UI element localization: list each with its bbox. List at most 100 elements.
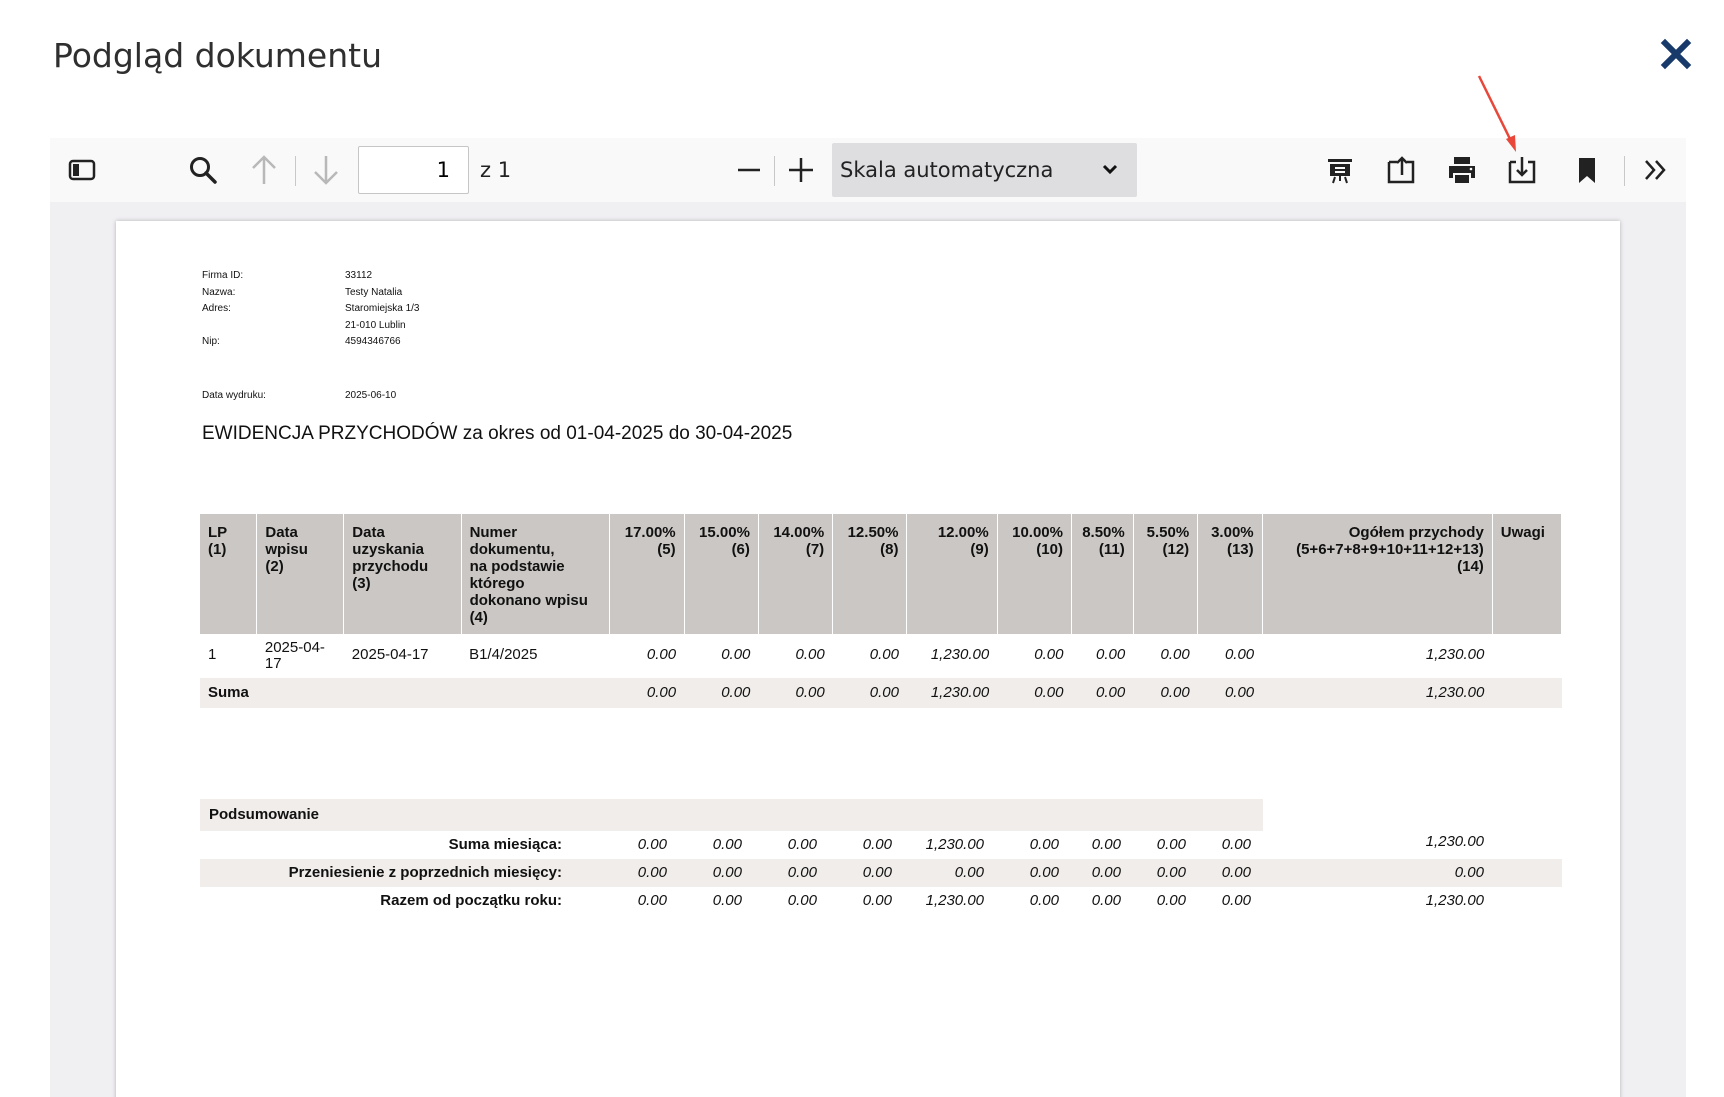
sidebar-toggle-icon bbox=[68, 159, 96, 181]
sum-empty-cell bbox=[1492, 678, 1562, 708]
download-button[interactable] bbox=[1503, 150, 1541, 190]
summary-value: 0.00 bbox=[1029, 892, 1059, 909]
table-cell: 2025-04-17 bbox=[264, 639, 325, 672]
next-page-button[interactable] bbox=[308, 150, 344, 190]
summary-row: Suma miesiąca: 0.00 0.00 0.00 0.00 1,230.00 0.… bbox=[200, 831, 1562, 859]
info-label: Nazwa: bbox=[202, 286, 236, 298]
page-count-label: z 1 bbox=[480, 158, 512, 182]
column-header: LP (1) bbox=[200, 514, 258, 634]
sum-value: 0.00 bbox=[1197, 678, 1263, 708]
sum-empty-cell bbox=[461, 678, 610, 708]
zoom-in-button[interactable] bbox=[782, 150, 820, 190]
toolbar-separator bbox=[774, 156, 775, 186]
download-icon bbox=[1508, 157, 1536, 184]
summary-total: 0.00 bbox=[1454, 864, 1484, 881]
table-header-row: LP (1) Data wpisu (2) Data uzyskania przychodu(… bbox=[200, 514, 1563, 634]
summary-value: 0.00 bbox=[637, 864, 667, 881]
table-cell: 0.00 bbox=[869, 646, 899, 663]
column-header: 15.00% (6) bbox=[684, 514, 759, 634]
summary-value: 0.00 bbox=[1091, 864, 1121, 881]
print-button[interactable] bbox=[1443, 150, 1481, 190]
document-page: Firma ID: 33112 Nazwa: Testy Natalia Adres: S… bbox=[116, 221, 1620, 1097]
summary-value: 0.00 bbox=[1091, 892, 1121, 909]
page-number-input[interactable]: 1 bbox=[358, 146, 469, 194]
table-cell: 1,230.00 bbox=[930, 646, 990, 663]
sum-value: 0.00 bbox=[832, 678, 907, 708]
scale-select-value: Skala automatyczna bbox=[840, 158, 1054, 182]
info-value: 33112 bbox=[345, 270, 373, 281]
open-file-button[interactable] bbox=[1382, 150, 1420, 190]
search-button[interactable] bbox=[184, 150, 222, 190]
summary-value: 0.00 bbox=[1221, 864, 1251, 881]
report-title: EWIDENCJA PRZYCHODÓW za okres od 01-04-2… bbox=[202, 423, 793, 444]
table-cell: B1/4/2025 bbox=[469, 646, 538, 663]
table-cell bbox=[1492, 634, 1561, 678]
summary-value: 1,230.00 bbox=[925, 836, 984, 853]
pdf-viewer: 1 z 1 Skala automatyczna Firma ID: 33112… bbox=[50, 138, 1686, 1097]
table-cell: 0.00 bbox=[1096, 646, 1126, 663]
summary-value: 0.00 bbox=[787, 892, 817, 909]
summary-value: 0.00 bbox=[862, 836, 892, 853]
double-chevron-right-icon bbox=[1645, 160, 1666, 180]
sum-label: Suma bbox=[200, 678, 257, 708]
summary-value: 0.00 bbox=[787, 864, 817, 881]
table-cell: 2025-04-17 bbox=[351, 646, 429, 663]
table-row: 1 2025-04- 17 2025-04-17 B1/4/2025 0.00 0.00 0.… bbox=[200, 634, 1562, 678]
table-cell: 0.00 bbox=[1224, 646, 1255, 663]
previous-page-button[interactable] bbox=[246, 150, 282, 190]
summary-value: 0.00 bbox=[712, 836, 742, 853]
summary-header: Podsumowanie bbox=[200, 799, 1263, 831]
info-value: 21-010 Lublin bbox=[345, 319, 406, 331]
toolbar-separator bbox=[295, 156, 296, 186]
sum-row: Suma 0.00 0.00 0.00 0.00 1,230.00 0.00 0.00 0.00… bbox=[200, 678, 1562, 708]
summary-label: Suma miesiąca: bbox=[448, 836, 562, 853]
presentation-mode-button[interactable] bbox=[1322, 150, 1358, 190]
summary-value: 0.00 bbox=[1221, 836, 1251, 853]
summary-value: 0.00 bbox=[712, 864, 742, 881]
search-icon bbox=[190, 157, 217, 184]
summary-total: 1,230.00 bbox=[1425, 833, 1484, 850]
summary-value: 0.00 bbox=[1156, 836, 1186, 853]
sum-value: 0.00 bbox=[1071, 678, 1134, 708]
sum-value: 0.00 bbox=[609, 678, 685, 708]
zoom-out-button[interactable] bbox=[730, 150, 768, 190]
column-header: 3.00% (13) bbox=[1197, 514, 1263, 634]
sum-value: 0.00 bbox=[997, 678, 1072, 708]
column-header: 17.00% (5) bbox=[609, 514, 685, 634]
presentation-icon bbox=[1328, 159, 1352, 184]
summary-row: Przeniesienie z poprzednich miesięcy: 0.0… bbox=[200, 859, 1562, 887]
summary-value: 0.00 bbox=[712, 892, 742, 909]
tools-menu-button[interactable] bbox=[1638, 150, 1674, 190]
table-cell: 1,230.00 bbox=[1425, 646, 1485, 663]
summary-value: 0.00 bbox=[862, 864, 892, 881]
summary-value: 0.00 bbox=[862, 892, 892, 909]
table-cell: 0.00 bbox=[721, 646, 751, 663]
close-button[interactable] bbox=[1658, 36, 1694, 72]
minus-icon bbox=[738, 168, 760, 172]
summary-label: Razem od początku roku: bbox=[380, 892, 562, 909]
summary-total: 1,230.00 bbox=[1425, 892, 1484, 909]
column-header: 12.00% (9) bbox=[906, 514, 998, 634]
summary-row: Razem od początku roku: 0.00 0.00 0.00 0.00 1… bbox=[200, 887, 1562, 915]
sidebar-toggle-button[interactable] bbox=[62, 150, 102, 190]
column-header: Data uzyskania przychodu (3) bbox=[343, 514, 462, 634]
pdf-toolbar: 1 z 1 Skala automatyczna bbox=[50, 138, 1686, 202]
dialog-title: Podgląd dokumentu bbox=[53, 36, 383, 75]
scale-select[interactable]: Skala automatyczna bbox=[832, 143, 1137, 197]
summary-value: 1,230.00 bbox=[925, 892, 984, 909]
info-label: Adres: bbox=[202, 303, 231, 314]
sum-empty-cell bbox=[256, 678, 344, 708]
summary-value: 0.00 bbox=[787, 836, 817, 853]
income-table: LP (1) Data wpisu (2) Data uzyskania przychodu(… bbox=[200, 514, 1563, 708]
column-header: 10.00% (10) bbox=[997, 514, 1072, 634]
print-icon bbox=[1449, 157, 1475, 183]
column-header: 14.00% (7) bbox=[758, 514, 834, 634]
bookmark-button[interactable] bbox=[1570, 150, 1604, 190]
summary-label: Przeniesienie z poprzednich miesięcy: bbox=[288, 864, 562, 881]
sum-value: 1,230.00 bbox=[906, 678, 998, 708]
summary-value: 0.00 bbox=[1156, 864, 1186, 881]
print-date-label: Data wydruku: bbox=[202, 390, 266, 401]
toolbar-separator bbox=[1624, 156, 1625, 186]
summary-value: 0.00 bbox=[1029, 864, 1059, 881]
chevron-down-icon bbox=[1102, 164, 1118, 175]
